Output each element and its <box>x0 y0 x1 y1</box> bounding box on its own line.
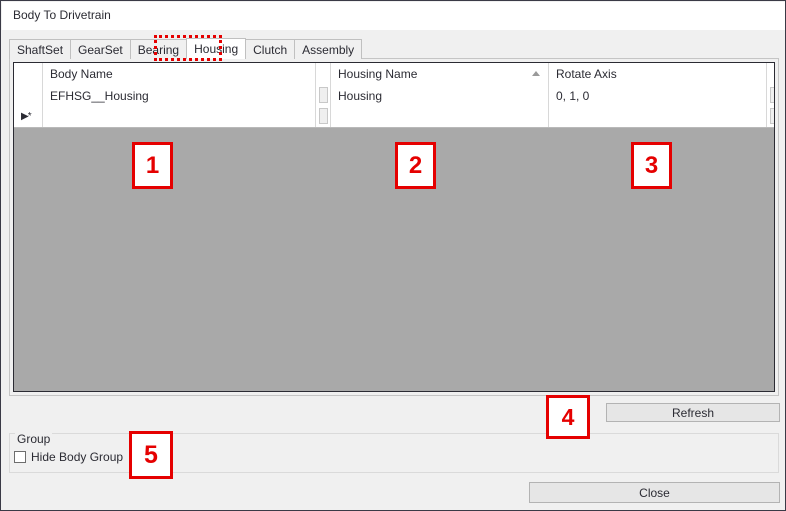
cell-body-name[interactable]: EFHSG__Housing <box>43 85 316 106</box>
grid-header-row: Body Name Housing Name Rotate Axis <box>14 63 774 86</box>
annotation-badge-3: 3 <box>631 142 672 189</box>
table-row[interactable]: EFHSG__Housing Housing 0, 1, 0 <box>14 85 774 107</box>
group-box-legend: Group <box>15 432 53 446</box>
cell-scroll-thumb-2[interactable] <box>770 87 774 103</box>
dialog-title: Body To Drivetrain <box>13 8 111 22</box>
group-box <box>9 433 779 473</box>
new-cell-rotate-axis[interactable] <box>549 106 767 127</box>
cell-rotate-axis[interactable]: 0, 1, 0 <box>549 85 767 106</box>
body-housing-grid-panel: Body Name Housing Name Rotate Axis EFHSG… <box>9 58 779 396</box>
annotation-badge-1: 1 <box>132 142 173 189</box>
hide-body-group-label: Hide Body Group <box>31 450 124 464</box>
new-cell-scroll-thumb-2[interactable] <box>770 108 774 124</box>
column-header-spacer-2 <box>767 63 774 85</box>
new-cell-scroll-thumb-1[interactable] <box>319 108 328 124</box>
new-cell-spacer-2 <box>767 106 774 127</box>
refresh-button[interactable]: Refresh <box>606 403 780 422</box>
column-header-housing-name[interactable]: Housing Name <box>331 63 549 85</box>
tab-assembly[interactable]: Assembly <box>294 39 363 59</box>
new-cell-spacer-1 <box>316 106 331 127</box>
tab-clutch[interactable]: Clutch <box>245 39 296 59</box>
tab-gearset[interactable]: GearSet <box>70 39 131 59</box>
column-header-body-name[interactable]: Body Name <box>43 63 316 85</box>
new-cell-body-name[interactable] <box>43 106 316 127</box>
cell-scroll-thumb-1[interactable] <box>319 87 328 103</box>
sort-ascending-icon <box>532 71 540 76</box>
dialog-titlebar: Body To Drivetrain <box>2 2 785 30</box>
tab-bearing[interactable]: Bearing <box>129 39 188 59</box>
cell-housing-name[interactable]: Housing <box>331 85 549 106</box>
hide-body-group-checkbox[interactable]: Hide Body Group <box>14 450 123 464</box>
column-header-rotate-axis[interactable]: Rotate Axis <box>549 63 767 85</box>
table-row-new[interactable]: ▶* <box>14 106 774 128</box>
close-button[interactable]: Close <box>529 482 780 503</box>
cell-spacer-2 <box>767 85 774 106</box>
annotation-badge-2: 2 <box>395 142 436 189</box>
grid-header-selector-cell <box>14 63 43 85</box>
body-to-drivetrain-dialog: Body To Drivetrain ShaftSet GearSet Bear… <box>0 0 786 511</box>
new-row-marker-icon: ▶* <box>21 111 32 122</box>
checkbox-icon[interactable] <box>14 451 26 463</box>
tab-strip: ShaftSet GearSet Bearing Housing Clutch … <box>9 38 363 59</box>
column-header-housing-name-label: Housing Name <box>338 67 418 81</box>
cell-spacer-1 <box>316 85 331 106</box>
row-selector-cell[interactable] <box>14 85 43 106</box>
new-cell-housing-name[interactable] <box>331 106 549 127</box>
tab-housing[interactable]: Housing <box>186 38 247 59</box>
tab-shaftset[interactable]: ShaftSet <box>9 39 72 59</box>
column-header-spacer-1 <box>316 63 331 85</box>
new-row-selector-cell[interactable]: ▶* <box>14 106 43 127</box>
body-housing-grid[interactable]: Body Name Housing Name Rotate Axis EFHSG… <box>13 62 775 392</box>
annotation-badge-5: 5 <box>129 431 173 479</box>
annotation-badge-4: 4 <box>546 395 590 439</box>
